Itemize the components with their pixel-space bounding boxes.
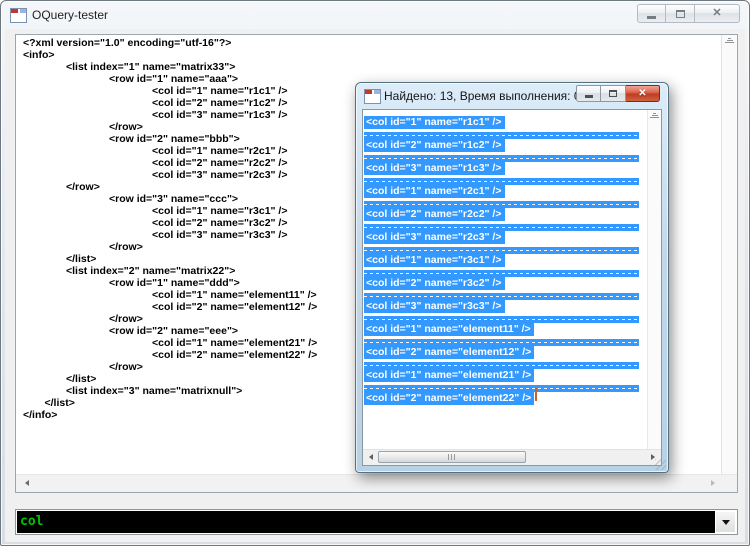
minimize-button[interactable] [637, 4, 666, 23]
result-item[interactable]: <col id="2" name="r3c2" /> [364, 273, 647, 296]
scroll-left-arrow-icon[interactable] [25, 480, 29, 486]
result-item[interactable]: <col id="1" name="element11" /> [364, 319, 647, 342]
results-area[interactable]: <col id="1" name="r1c1" /><col id="2" na… [362, 109, 662, 466]
query-combobox[interactable]: col [15, 509, 738, 535]
result-item[interactable]: <col id="3" name="r3c3" /> [364, 296, 647, 319]
result-item[interactable]: <col id="1" name="r3c1" /> [364, 250, 647, 273]
editor-horizontal-scrollbar[interactable] [16, 474, 737, 492]
xml-line: <info> [16, 49, 721, 61]
dialog-vertical-scrollbar[interactable] [647, 110, 661, 450]
thumb-gripper-icon [448, 454, 456, 460]
results-dialog: Найдено: 13, Время выполнения: 0 мс ✕ <c… [355, 82, 669, 473]
text-caret [535, 388, 537, 401]
dialog-maximize-button[interactable] [601, 85, 626, 102]
minimize-icon [585, 95, 593, 98]
result-item[interactable]: <col id="2" name="r1c2" /> [364, 135, 647, 158]
dialog-app-icon [364, 89, 381, 104]
dialog-close-button[interactable]: ✕ [626, 85, 660, 102]
dialog-horizontal-scrollbar[interactable] [363, 449, 661, 465]
dropdown-arrow-icon [722, 520, 730, 525]
result-item[interactable]: <col id="3" name="r1c3" /> [364, 158, 647, 181]
result-item[interactable]: <col id="1" name="r1c1" /> [364, 112, 647, 135]
scroll-right-arrow-icon[interactable] [711, 480, 715, 486]
result-item[interactable]: <col id="2" name="element12" /> [364, 342, 647, 365]
hscroll-thumb[interactable] [378, 451, 526, 463]
result-item[interactable]: <col id="2" name="element22" /> [364, 388, 647, 411]
maximize-icon [676, 10, 685, 18]
query-input[interactable]: col [20, 515, 43, 529]
dialog-minimize-button[interactable] [576, 85, 601, 102]
results-list: <col id="1" name="r1c1" /><col id="2" na… [364, 112, 647, 449]
dialog-titlebar[interactable]: Найдено: 13, Время выполнения: 0 мс ✕ [356, 83, 668, 109]
combo-dropdown-button[interactable] [716, 512, 735, 532]
close-icon: ✕ [638, 88, 646, 99]
dialog-window-controls: ✕ [576, 85, 660, 102]
editor-vertical-scrollbar[interactable] [721, 35, 737, 475]
scroll-gripper-icon [650, 113, 659, 118]
scroll-gripper-icon [725, 38, 734, 43]
close-button[interactable]: ✕ [695, 4, 740, 23]
xml-line: <list index="1" name="matrix33"> [16, 61, 721, 73]
maximize-button[interactable] [666, 4, 695, 23]
minimize-icon [647, 16, 656, 19]
maximize-icon [609, 90, 617, 97]
main-titlebar[interactable]: OQuery-tester ✕ [1, 1, 749, 29]
main-window-controls: ✕ [637, 4, 740, 23]
result-item[interactable]: <col id="3" name="r2c3" /> [364, 227, 647, 250]
result-item[interactable]: <col id="1" name="r2c1" /> [364, 181, 647, 204]
result-item[interactable]: <col id="2" name="r2c2" /> [364, 204, 647, 227]
scroll-left-arrow-icon[interactable] [369, 454, 373, 460]
main-window-title: OQuery-tester [32, 8, 108, 22]
close-icon: ✕ [712, 8, 721, 19]
result-item[interactable]: <col id="1" name="element21" /> [364, 365, 647, 388]
app-icon [10, 8, 27, 23]
xml-line: <?xml version="1.0" encoding="utf-16"?> [16, 37, 721, 49]
resize-grip[interactable] [655, 459, 666, 470]
dialog-title: Найдено: 13, Время выполнения: 0 мс [384, 89, 598, 103]
